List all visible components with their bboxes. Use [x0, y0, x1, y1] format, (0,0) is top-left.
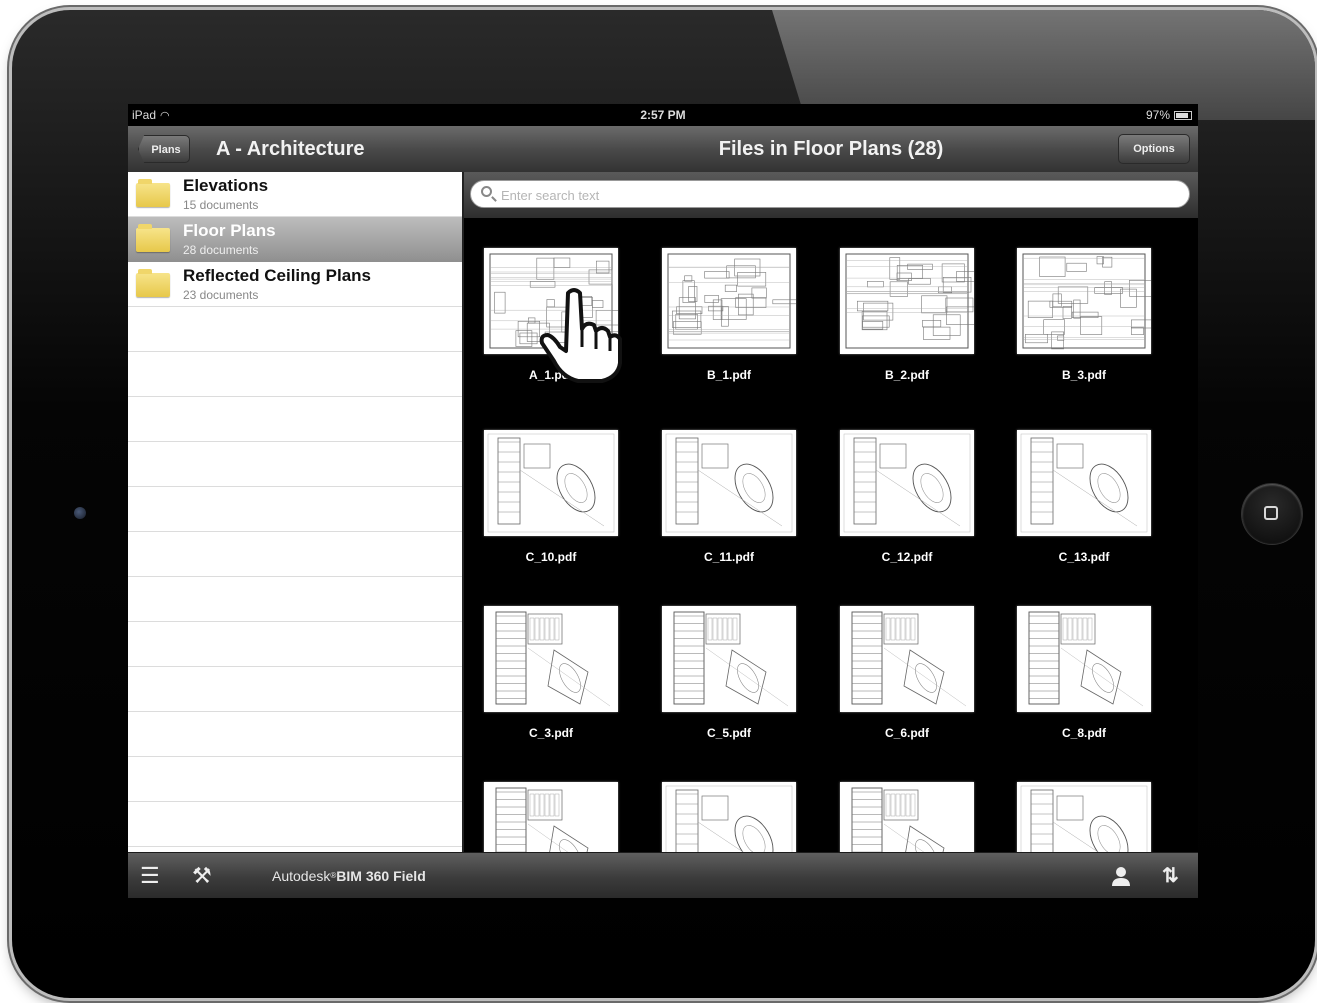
- search-input[interactable]: [499, 181, 1183, 209]
- folder-document-count: 23 documents: [183, 288, 259, 302]
- file-name: C_11.pdf: [703, 550, 754, 564]
- file-tile[interactable]: B_2.pdf: [840, 248, 974, 382]
- file-name: B_3.pdf: [1061, 368, 1106, 382]
- bottom-toolbar: ☰ ⚒ Autodesk®BIM 360 Field ⇅: [128, 852, 1198, 898]
- navigation-bar: Plans A - Architecture Files in Floor Pl…: [128, 126, 1198, 173]
- file-thumbnail[interactable]: [662, 248, 796, 354]
- folder-row[interactable]: Elevations 15 documents: [128, 172, 462, 217]
- folder-title: Reflected Ceiling Plans: [183, 266, 371, 285]
- file-tile[interactable]: C_13.pdf: [1017, 430, 1151, 564]
- file-tile[interactable]: C_3.pdf: [484, 606, 618, 740]
- file-thumbnail[interactable]: [484, 430, 618, 536]
- file-thumbnail[interactable]: [840, 248, 974, 354]
- file-thumbnail[interactable]: [662, 430, 796, 536]
- file-thumbnail[interactable]: [1017, 430, 1151, 536]
- file-thumbnail[interactable]: [1017, 248, 1151, 354]
- file-name: C_10.pdf: [525, 550, 577, 564]
- options-button[interactable]: Options: [1118, 134, 1190, 164]
- file-thumbnail[interactable]: [662, 782, 796, 852]
- folder-title: Floor Plans: [183, 221, 276, 240]
- search-bar: [464, 172, 1198, 218]
- file-thumbnail[interactable]: [484, 606, 618, 712]
- plans-back-button[interactable]: Plans: [138, 135, 190, 163]
- camera-icon: [74, 507, 86, 519]
- file-name: C_5.pdf: [706, 726, 751, 740]
- file-tile[interactable]: B_3.pdf: [1017, 248, 1151, 382]
- file-tile[interactable]: [484, 782, 618, 852]
- folder-title: Elevations: [183, 176, 269, 195]
- brand-name: BIM 360 Field: [336, 868, 426, 884]
- folder-row[interactable]: Floor Plans 28 documents: [128, 217, 462, 262]
- folder-icon: [136, 269, 170, 297]
- file-tile[interactable]: C_10.pdf: [484, 430, 618, 564]
- search-icon: [481, 186, 492, 197]
- folder-row[interactable]: Reflected Ceiling Plans 23 documents: [128, 262, 462, 307]
- file-thumbnail[interactable]: [840, 782, 974, 852]
- battery-icon: [1174, 111, 1192, 121]
- file-tile[interactable]: B_1.pdf: [662, 248, 796, 382]
- folder-list: Elevations 15 documents Floor Plans 28 docu…: [128, 172, 464, 852]
- tools-icon[interactable]: ⚒: [192, 853, 212, 898]
- files-title: Files in Floor Plans (28): [718, 138, 944, 160]
- file-tile[interactable]: C_11.pdf: [662, 430, 796, 564]
- file-thumbnail[interactable]: [1017, 606, 1151, 712]
- file-thumbnail[interactable]: [662, 606, 796, 712]
- user-icon[interactable]: [1110, 853, 1132, 898]
- file-name: C_6.pdf: [884, 726, 929, 740]
- file-tile[interactable]: [840, 782, 974, 852]
- file-name: C_13.pdf: [1058, 550, 1110, 564]
- file-tile[interactable]: [1017, 782, 1151, 852]
- search-field[interactable]: [470, 180, 1190, 209]
- folder-document-count: 28 documents: [183, 243, 259, 257]
- file-tile[interactable]: C_12.pdf: [840, 430, 974, 564]
- file-name: C_8.pdf: [1061, 726, 1106, 740]
- file-thumbnail[interactable]: [1017, 782, 1151, 852]
- folder-list-title: A - Architecture: [216, 138, 365, 160]
- brand-label: Autodesk®BIM 360 Field: [272, 868, 426, 884]
- app-screen: iPad ◠ 2:57 PM 97% Plans A - Architecture…: [128, 104, 1198, 898]
- sort-icon[interactable]: ⇅: [1162, 853, 1179, 898]
- file-thumbnail[interactable]: [840, 606, 974, 712]
- folder-icon: [136, 179, 170, 207]
- home-square-icon: [1264, 506, 1278, 520]
- file-thumbnail[interactable]: [840, 430, 974, 536]
- folder-icon: [136, 224, 170, 252]
- menu-icon[interactable]: ☰: [140, 853, 160, 898]
- file-tile[interactable]: C_5.pdf: [662, 606, 796, 740]
- file-tile[interactable]: [662, 782, 796, 852]
- home-button[interactable]: [1242, 484, 1302, 544]
- file-tile[interactable]: C_8.pdf: [1017, 606, 1151, 740]
- file-name: C_12.pdf: [881, 550, 933, 564]
- folder-document-count: 15 documents: [183, 198, 259, 212]
- status-bar: iPad ◠ 2:57 PM 97%: [128, 104, 1198, 126]
- file-name: B_1.pdf: [706, 368, 751, 382]
- status-battery: 97%: [1146, 104, 1192, 126]
- file-name: B_2.pdf: [884, 368, 929, 382]
- file-name: C_3.pdf: [528, 726, 573, 740]
- file-browser: A_1.pdfB_1.pdfB_2.pdfB_3.pdfC_10.pdfC_11…: [464, 172, 1198, 852]
- status-time: 2:57 PM: [640, 108, 686, 122]
- file-thumbnail[interactable]: [484, 782, 618, 852]
- file-tile[interactable]: C_6.pdf: [840, 606, 974, 740]
- pointer-hand-icon: [539, 288, 622, 383]
